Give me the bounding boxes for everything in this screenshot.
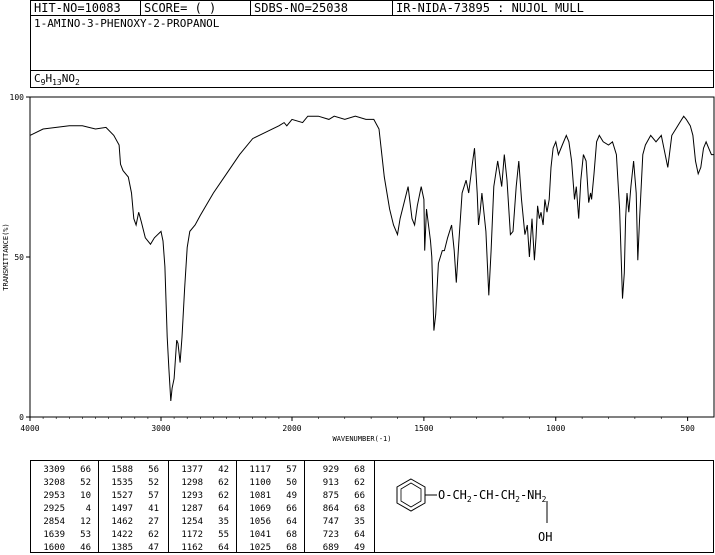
peak-table: 3309 66 3208 52 2953 10 2925 4 2854 12 1639 53 1600 4… bbox=[30, 460, 714, 553]
ir-info: IR-NIDA-73895 : NUJOL MULL bbox=[396, 1, 584, 15]
peak-row: 1377 42 bbox=[181, 465, 229, 475]
peak-row: 3309 66 bbox=[43, 465, 91, 475]
peak-row: 1025 68 bbox=[249, 543, 297, 553]
peak-row: 864 68 bbox=[322, 504, 365, 514]
peak-row: 1422 62 bbox=[111, 530, 159, 540]
peak-column: 929 68 913 62 875 66 864 68 747 35 723 64 689 49 bbox=[305, 461, 375, 553]
peak-row: 2925 4 bbox=[43, 504, 91, 514]
peak-row: 723 64 bbox=[322, 530, 365, 540]
x-tick-label: 2000 bbox=[282, 424, 301, 433]
peak-row: 1497 41 bbox=[111, 504, 159, 514]
peak-row: 1287 64 bbox=[181, 504, 229, 514]
peak-row: 1639 53 bbox=[43, 530, 91, 540]
peak-row: 1056 64 bbox=[249, 517, 297, 527]
y-tick-label: 0 bbox=[19, 413, 24, 422]
peak-row: 1162 64 bbox=[181, 543, 229, 553]
peak-row: 2953 10 bbox=[43, 491, 91, 501]
score: SCORE= ( ) bbox=[141, 1, 251, 15]
header: HIT-NO=10083 SCORE= ( ) SDBS-NO=25038 IR… bbox=[30, 0, 714, 88]
peak-row: 747 35 bbox=[322, 517, 365, 527]
peak-row: 1081 49 bbox=[249, 491, 297, 501]
ir-spectrum-chart: 4000 3000 2000 1500 1000 500 0 50 100 WAVENUMBER(… bbox=[2, 93, 715, 443]
y-tick-label: 100 bbox=[10, 93, 25, 102]
peak-column: 1117 57 1100 50 1081 49 1069 66 1056 64 1041 68 1025… bbox=[237, 461, 305, 553]
spectrum-line bbox=[29, 115, 714, 402]
peak-row: 1117 57 bbox=[249, 465, 297, 475]
peak-row: 1462 27 bbox=[111, 517, 159, 527]
hit-no: HIT-NO=10083 bbox=[31, 1, 141, 15]
peak-row: 1041 68 bbox=[249, 530, 297, 540]
sdbs-no: SDBS-NO=25038 bbox=[251, 1, 393, 15]
peak-row: 1298 62 bbox=[181, 478, 229, 488]
y-tick-label: 50 bbox=[14, 253, 24, 262]
peak-row: 3208 52 bbox=[43, 478, 91, 488]
molecular-formula: C9H13NO2 bbox=[30, 70, 714, 88]
compound-name: 1-AMINO-3-PHENOXY-2-PROPANOL bbox=[30, 15, 714, 71]
oh-label: OH bbox=[538, 530, 552, 544]
x-tick-label: 500 bbox=[680, 424, 695, 433]
peak-row: 1385 47 bbox=[111, 543, 159, 553]
peak-row: 1293 62 bbox=[181, 491, 229, 501]
peak-row: 875 66 bbox=[322, 491, 365, 501]
peak-row: 1600 46 bbox=[43, 543, 91, 553]
peak-row: 2854 12 bbox=[43, 517, 91, 527]
plot-frame bbox=[29, 96, 715, 418]
peak-column: 3309 66 3208 52 2953 10 2925 4 2854 12 1639 53 1600 4… bbox=[31, 461, 99, 553]
x-tick-label: 1000 bbox=[546, 424, 565, 433]
y-axis-label: TRANSMITTANCE(%) bbox=[2, 223, 10, 290]
structure-diagram: O-CH2-CH-CH2-NH2 OH bbox=[375, 461, 713, 552]
x-tick-label: 1500 bbox=[414, 424, 433, 433]
x-axis-label: WAVENUMBER(-1) bbox=[332, 435, 391, 443]
peak-row: 929 68 bbox=[322, 465, 365, 475]
peak-row: 1588 56 bbox=[111, 465, 159, 475]
peak-row: 1527 57 bbox=[111, 491, 159, 501]
x-tick-label: 3000 bbox=[151, 424, 170, 433]
peak-row: 689 49 bbox=[322, 543, 365, 553]
peak-row: 1254 35 bbox=[181, 517, 229, 527]
x-tick-label: 4000 bbox=[20, 424, 39, 433]
peak-column: 1377 42 1298 62 1293 62 1287 64 1254 35 1172 55 1162… bbox=[169, 461, 237, 553]
chain-text: O-CH2-CH-CH2-NH2 bbox=[438, 488, 547, 504]
peak-row: 1100 50 bbox=[249, 478, 297, 488]
peak-row: 1172 55 bbox=[181, 530, 229, 540]
peak-row: 913 62 bbox=[322, 478, 365, 488]
peak-column: 1588 56 1535 52 1527 57 1497 41 1462 27 1422 62 1385… bbox=[99, 461, 169, 553]
peak-row: 1069 66 bbox=[249, 504, 297, 514]
peak-row: 1535 52 bbox=[111, 478, 159, 488]
header-info-row: HIT-NO=10083 SCORE= ( ) SDBS-NO=25038 IR… bbox=[30, 0, 714, 16]
